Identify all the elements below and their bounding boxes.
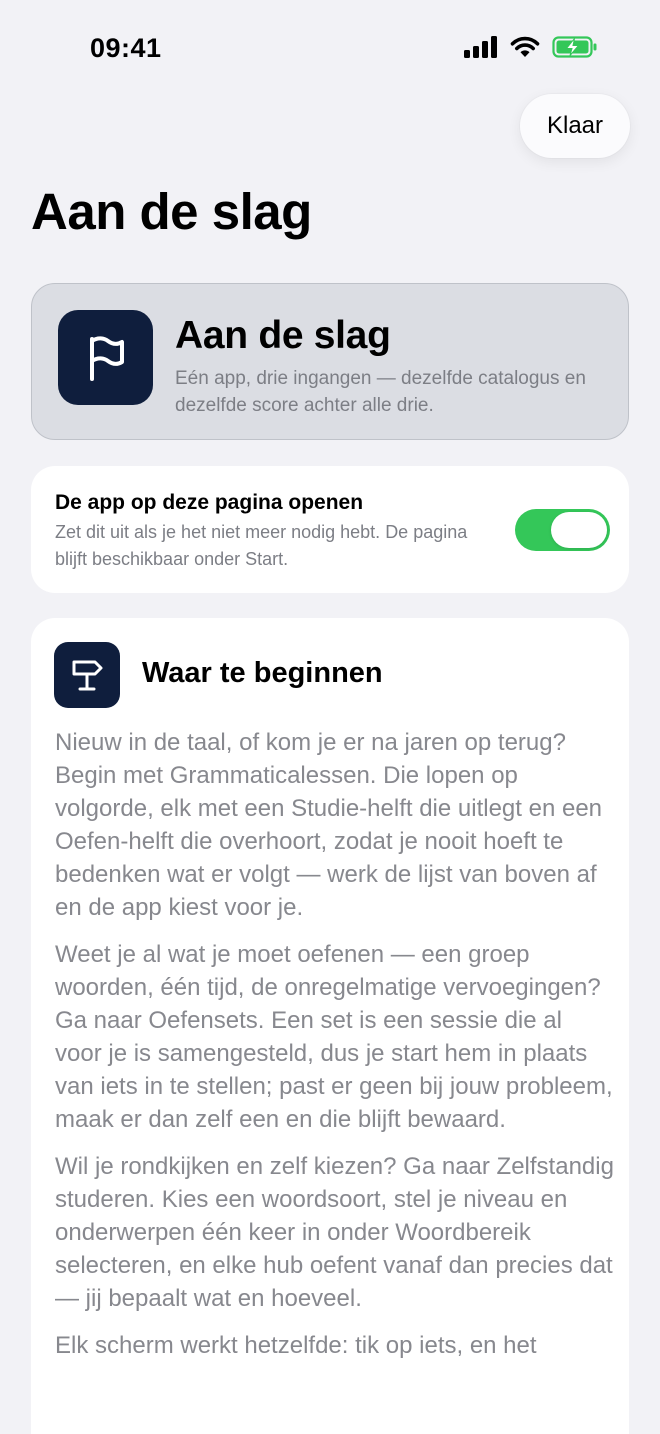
hero-card: Aan de slag Eén app, drie ingangen — dez…: [31, 283, 629, 440]
done-button[interactable]: Klaar: [520, 94, 630, 158]
cellular-signal-icon: [464, 36, 498, 58]
page-title: Aan de slag: [31, 183, 312, 240]
paragraph: Weet je al wat je moet oefenen — een gro…: [55, 941, 613, 1133]
open-app-toggle[interactable]: [515, 509, 610, 551]
status-time: 09:41: [90, 33, 162, 63]
setting-title: De app op deze pagina openen: [55, 491, 364, 514]
signpost-icon: [54, 642, 120, 708]
status-icons: [464, 36, 598, 58]
hero-title: Aan de slag: [175, 314, 391, 357]
paragraph: Nieuw in de taal, of kom je er na jaren …: [55, 729, 603, 921]
section-body: Nieuw in de taal, of kom je er na jaren …: [55, 726, 615, 1376]
screen: 09:41 Klaar Aan de slag Aan de slag Eén …: [0, 0, 660, 1434]
status-bar: 09:41: [0, 0, 660, 96]
hero-subtitle: Eén app, drie ingangen — dezelfde catalo…: [175, 368, 586, 416]
toggle-knob: [551, 512, 607, 548]
where-to-start-card: Waar te beginnen Nieuw in de taal, of ko…: [31, 618, 629, 1434]
section-title: Waar te beginnen: [142, 657, 383, 689]
setting-description: Zet dit uit als je het niet meer nodig h…: [55, 522, 468, 569]
paragraph: Elk scherm werkt hetzelfde: tik op iets,…: [55, 1332, 537, 1359]
flag-icon: [58, 310, 153, 405]
paragraph: Wil je rondkijken en zelf kiezen? Ga naa…: [55, 1153, 614, 1312]
settings-card: De app op deze pagina openen Zet dit uit…: [31, 466, 629, 593]
wifi-icon: [510, 36, 540, 58]
battery-charging-icon: [552, 36, 598, 58]
